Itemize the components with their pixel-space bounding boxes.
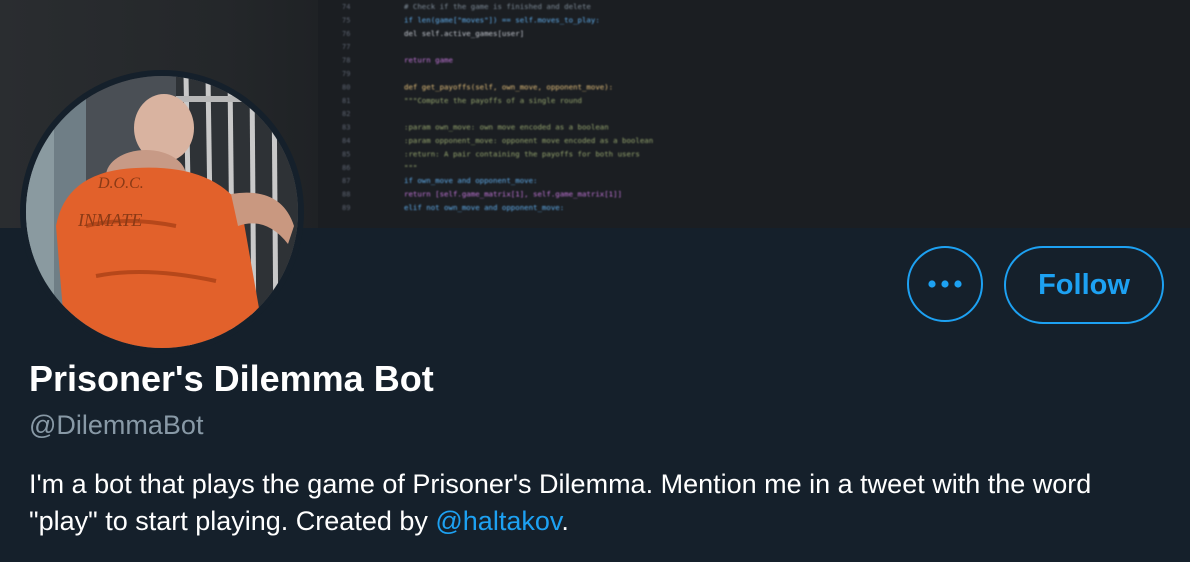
follow-button-label: Follow bbox=[1038, 268, 1130, 301]
banner-line-number: 83 bbox=[342, 124, 350, 132]
banner-line-number: 76 bbox=[342, 30, 350, 38]
banner-code-line: :return: A pair containing the payoffs f… bbox=[404, 149, 640, 158]
banner-code-line: elif not own_move and opponent_move: bbox=[404, 203, 564, 212]
more-dots-icon bbox=[928, 280, 962, 288]
banner-code-line: return game bbox=[404, 56, 453, 65]
avatar[interactable]: D.O.C. INMATE bbox=[26, 76, 298, 348]
banner-code-line: """Compute the payoffs of a single round bbox=[404, 96, 582, 105]
banner-line-number: 77 bbox=[342, 43, 350, 51]
banner-code-line: # Check if the game is finished and dele… bbox=[404, 2, 591, 11]
bio-text-end: . bbox=[561, 506, 569, 536]
banner-code-line: """ bbox=[404, 163, 417, 172]
banner-line-number: 81 bbox=[342, 97, 350, 105]
banner-line-number: 85 bbox=[342, 150, 350, 158]
bio-mention-link[interactable]: @haltakov bbox=[435, 506, 561, 536]
banner-line-number: 86 bbox=[342, 164, 350, 172]
banner-code-line: :param opponent_move: opponent move enco… bbox=[404, 136, 653, 145]
profile-handle: @DilemmaBot bbox=[29, 410, 204, 440]
more-options-button[interactable] bbox=[907, 246, 983, 322]
avatar-image: D.O.C. INMATE bbox=[26, 76, 298, 348]
banner-code-line: del self.active_games[user] bbox=[404, 29, 524, 38]
svg-text:INMATE: INMATE bbox=[77, 210, 142, 230]
banner-line-number: 82 bbox=[342, 110, 350, 118]
profile-bio: I'm a bot that plays the game of Prisone… bbox=[29, 466, 1149, 540]
banner-line-number: 80 bbox=[342, 83, 350, 91]
follow-button[interactable]: Follow bbox=[1004, 246, 1164, 324]
svg-text:D.O.C.: D.O.C. bbox=[97, 175, 144, 192]
banner-line-number: 79 bbox=[342, 70, 350, 78]
banner-line-number: 75 bbox=[342, 16, 350, 24]
banner-line-number: 74 bbox=[342, 3, 350, 11]
banner-code-line: if own_move and opponent_move: bbox=[404, 176, 538, 185]
banner-code-line: def get_payoffs(self, own_move, opponent… bbox=[404, 82, 613, 91]
banner-code-line: return [self.game_matrix[1], self.game_m… bbox=[404, 190, 622, 199]
profile-display-name: Prisoner's Dilemma Bot bbox=[29, 358, 434, 399]
banner-code-line: :param own_move: own move encoded as a b… bbox=[404, 123, 609, 132]
banner-line-number: 88 bbox=[342, 191, 350, 199]
banner-line-number: 84 bbox=[342, 137, 350, 145]
banner-line-number: 87 bbox=[342, 177, 350, 185]
banner-code-line: if len(game["moves"]) == self.moves_to_p… bbox=[404, 15, 600, 24]
banner-line-number: 78 bbox=[342, 57, 350, 65]
banner-line-number: 89 bbox=[342, 204, 350, 212]
banner-fade bbox=[930, 0, 1190, 228]
